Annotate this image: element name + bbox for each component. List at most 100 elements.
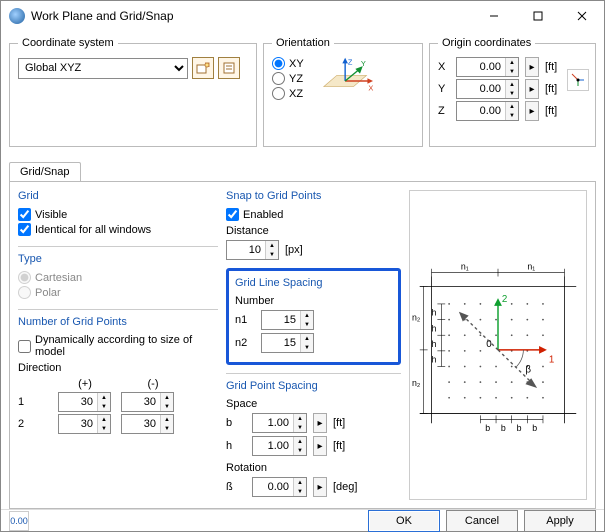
orientation-xz-radio[interactable]: XZ	[272, 87, 304, 100]
orientation-yz-radio[interactable]: YZ	[272, 72, 304, 85]
svg-text:1: 1	[549, 355, 554, 366]
type-polar-radio[interactable]: Polar	[18, 286, 218, 299]
ptspacing-beta-input[interactable]: ▲▼	[252, 477, 307, 497]
direction-row2-label: 2	[18, 418, 48, 430]
apply-button[interactable]: Apply	[524, 510, 596, 532]
window-title: Work Plane and Grid/Snap	[31, 9, 472, 23]
ptspacing-b-input[interactable]: ▲▼	[252, 413, 307, 433]
linespacing-n2-label: n2	[235, 337, 255, 349]
ptspacing-title: Grid Point Spacing	[226, 380, 401, 392]
app-icon	[9, 8, 25, 24]
origin-z-label: Z	[438, 105, 450, 117]
grid-preview: n₁ n₁ n₂ n₂	[409, 190, 587, 500]
origin-y-unit: [ft]	[545, 83, 557, 95]
direction-1-minus-input[interactable]: ▲▼	[121, 392, 174, 412]
grid-visible-checkbox[interactable]: Visible	[18, 208, 218, 221]
tab-grid-snap[interactable]: Grid/Snap	[9, 162, 81, 181]
linespacing-n1-label: n1	[235, 314, 255, 326]
ucs-list-button[interactable]	[218, 57, 240, 79]
svg-text:Z: Z	[348, 57, 353, 66]
origin-y-step-button[interactable]: ▸	[525, 79, 539, 99]
ptspacing-h-step[interactable]: ▸	[313, 436, 327, 456]
axis-icon: Z X Y	[312, 55, 382, 107]
ok-button[interactable]: OK	[368, 510, 440, 532]
cancel-button[interactable]: Cancel	[446, 510, 518, 532]
svg-text:2: 2	[502, 294, 507, 305]
type-group: Type Cartesian Polar	[18, 246, 218, 301]
numpts-dynamic-checkbox[interactable]: Dynamically according to size of model	[18, 334, 218, 358]
linespacing-n2-input[interactable]: ▲▼	[261, 333, 314, 353]
origin-x-input[interactable]: ▲▼	[456, 57, 519, 77]
grid-identical-checkbox[interactable]: Identical for all windows	[18, 223, 218, 236]
ptspacing-beta-step[interactable]: ▸	[313, 477, 327, 497]
minimize-button[interactable]	[472, 1, 516, 31]
pick-origin-button[interactable]	[567, 69, 589, 91]
origin-x-unit: [ft]	[545, 61, 557, 73]
decimal-places-button[interactable]: 0.00	[9, 511, 29, 531]
numpts-group: Number of Grid Points Dynamically accord…	[18, 309, 218, 436]
svg-text:n₂: n₂	[412, 313, 420, 323]
svg-text:n₂: n₂	[412, 378, 420, 388]
origin-z-unit: [ft]	[545, 105, 557, 117]
direction-plus-header: (+)	[56, 378, 114, 390]
ptspacing-space-label: Space	[226, 398, 401, 410]
svg-text:n₁: n₁	[461, 262, 469, 272]
coordinate-system-panel: Coordinate system Global XYZ	[9, 37, 257, 147]
svg-text:β: β	[525, 364, 531, 375]
orientation-legend: Orientation	[272, 37, 334, 49]
ptspacing-group: Grid Point Spacing Space b ▲▼ ▸ [ft] h ▲…	[226, 373, 401, 500]
origin-y-label: Y	[438, 83, 450, 95]
svg-text:n₁: n₁	[527, 262, 535, 272]
ptspacing-b-label: b	[226, 417, 246, 429]
orientation-panel: Orientation XY YZ XZ	[263, 37, 423, 147]
coordinate-system-select[interactable]: Global XYZ	[18, 58, 188, 79]
maximize-button[interactable]	[516, 1, 560, 31]
ptspacing-b-step[interactable]: ▸	[313, 413, 327, 433]
linespacing-n1-input[interactable]: ▲▼	[261, 310, 314, 330]
direction-row1-label: 1	[18, 396, 48, 408]
origin-x-step-button[interactable]: ▸	[525, 57, 539, 77]
ptspacing-b-unit: [ft]	[333, 417, 345, 429]
close-button[interactable]	[560, 1, 604, 31]
svg-text:h: h	[432, 339, 437, 349]
coordinate-system-legend: Coordinate system	[18, 37, 118, 49]
snap-enabled-checkbox[interactable]: Enabled	[226, 208, 401, 221]
grid-line-spacing-group: Grid Line Spacing Number n1 ▲▼ n2 ▲▼	[226, 268, 401, 365]
top-panels: Coordinate system Global XYZ Orientation	[9, 37, 596, 147]
snap-group: Snap to Grid Points Enabled Distance ▲▼ …	[226, 190, 401, 263]
origin-coordinates-panel: Origin coordinates X ▲▼ ▸ [ft] Y ▲▼	[429, 37, 596, 147]
origin-z-step-button[interactable]: ▸	[525, 101, 539, 121]
snap-title: Snap to Grid Points	[226, 190, 401, 202]
direction-label: Direction	[18, 362, 218, 374]
svg-text:Y: Y	[361, 59, 366, 68]
snap-distance-unit: [px]	[285, 244, 303, 256]
snap-distance-label: Distance	[226, 225, 401, 237]
linespacing-title: Grid Line Spacing	[235, 277, 392, 289]
type-cartesian-radio[interactable]: Cartesian	[18, 271, 218, 284]
direction-1-plus-input[interactable]: ▲▼	[58, 392, 111, 412]
svg-text:b: b	[517, 423, 522, 433]
origin-z-input[interactable]: ▲▼	[456, 101, 519, 121]
svg-text:h: h	[432, 323, 437, 333]
svg-text:b: b	[485, 423, 490, 433]
grid-title: Grid	[18, 190, 218, 202]
svg-text:h: h	[432, 308, 437, 318]
direction-2-plus-input[interactable]: ▲▼	[58, 414, 111, 434]
dialog-window: Work Plane and Grid/Snap Coordinate syst…	[0, 0, 605, 532]
ptspacing-beta-unit: [deg]	[333, 481, 357, 493]
direction-minus-header: (-)	[124, 378, 182, 390]
new-ucs-button[interactable]	[192, 57, 214, 79]
grid-group: Grid Visible Identical for all windows	[18, 190, 218, 238]
ptspacing-h-label: h	[226, 440, 246, 452]
ptspacing-h-input[interactable]: ▲▼	[252, 436, 307, 456]
snap-distance-input[interactable]: ▲▼	[226, 240, 279, 260]
direction-2-minus-input[interactable]: ▲▼	[121, 414, 174, 434]
ptspacing-rotation-label: Rotation	[226, 462, 401, 474]
orientation-xy-radio[interactable]: XY	[272, 57, 304, 70]
svg-text:b: b	[501, 423, 506, 433]
tab-area: Grid/Snap Grid Visible Identical for all…	[9, 159, 596, 509]
ptspacing-beta-label: ß	[226, 481, 246, 493]
numpts-title: Number of Grid Points	[18, 316, 218, 328]
origin-y-input[interactable]: ▲▼	[456, 79, 519, 99]
svg-text:b: b	[532, 423, 537, 433]
